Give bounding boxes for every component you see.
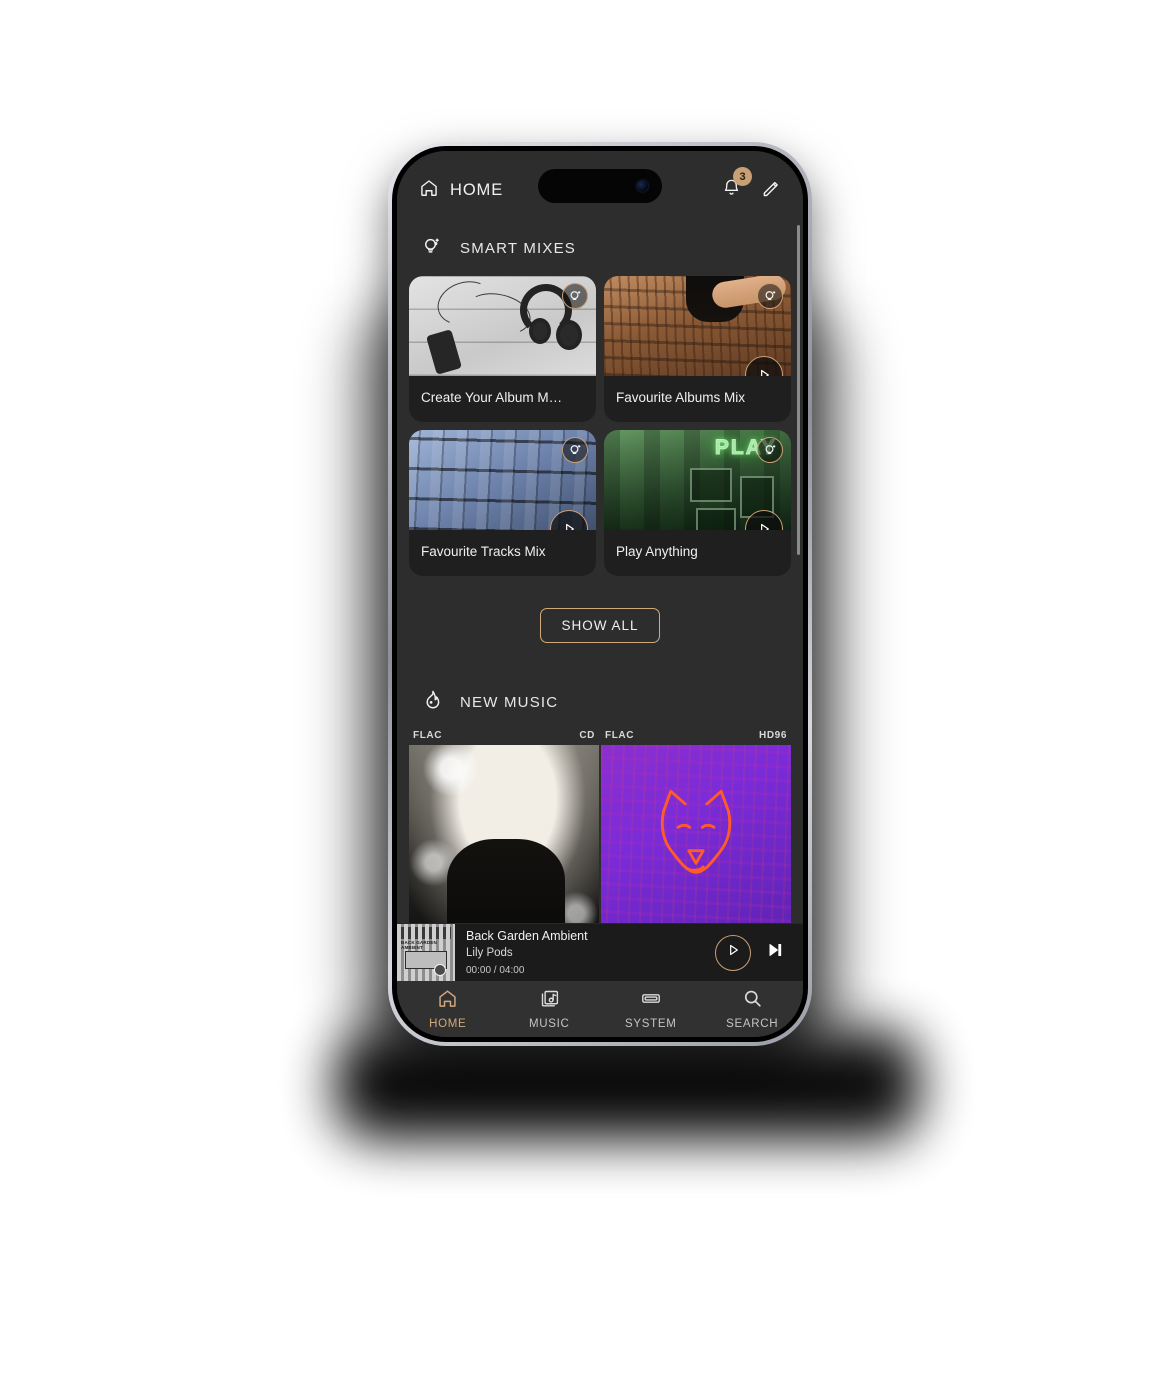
artwork-wolf <box>601 745 791 941</box>
smart-mix-label: Create Your Album M… <box>421 390 563 405</box>
pencil-icon <box>761 181 781 202</box>
smart-mix-label: Play Anything <box>616 544 698 559</box>
home-scroll-content[interactable]: SMART MIXES Create Your Album M… Favouri… <box>397 213 803 1037</box>
now-playing-meta: Back Garden Ambient Lily Pods 00:00 / 04… <box>455 927 715 979</box>
home-icon <box>437 988 458 1014</box>
new-music-section-header: NEW MUSIC <box>397 643 803 730</box>
format-badge: FLAC <box>605 730 635 741</box>
page-title: HOME <box>450 180 504 199</box>
smart-mix-card[interactable]: Favourite Albums Mix <box>604 276 791 422</box>
now-playing-artist: Lily Pods <box>466 947 513 960</box>
dynamic-island <box>538 169 662 203</box>
home-icon <box>419 178 439 203</box>
artwork-singer <box>409 745 599 941</box>
smart-mix-badge-icon <box>757 437 783 463</box>
notifications-button[interactable]: 3 <box>722 167 752 203</box>
bell-icon <box>722 179 741 202</box>
smart-mix-card[interactable]: Create Your Album M… <box>409 276 596 422</box>
smart-mixes-section-header: SMART MIXES <box>397 213 803 276</box>
album-artwork <box>409 745 599 941</box>
phone-drop-shadow <box>335 1030 920 1140</box>
tab-music[interactable]: MUSIC <box>499 988 601 1030</box>
play-button[interactable] <box>715 934 751 971</box>
artwork-detail <box>425 329 463 375</box>
phone-screen: HOME 3 SMART MIXES Create Your Album M… … <box>397 151 803 1037</box>
now-playing-controls <box>715 934 803 971</box>
tab-home[interactable]: HOME <box>397 988 499 1030</box>
show-all-row: SHOW ALL <box>397 576 803 643</box>
tab-system[interactable]: SYSTEM <box>600 988 702 1030</box>
tab-search[interactable]: SEARCH <box>702 988 804 1030</box>
front-camera-icon <box>637 180 648 192</box>
smart-mix-badge-icon <box>757 283 783 309</box>
format-badge: FLAC <box>413 730 443 741</box>
quality-badge: CD <box>579 730 595 741</box>
card-artwork <box>604 276 791 376</box>
now-playing-title: Back Garden Ambient <box>466 928 588 943</box>
tab-label: SEARCH <box>726 1018 779 1030</box>
now-playing-bar[interactable]: BACK GARDEN AMBIENT Back Garden Ambient … <box>397 923 803 982</box>
now-playing-artwork: BACK GARDEN AMBIENT <box>397 923 455 982</box>
new-music-grid: FLAC CD FLAC HD96 <box>397 730 803 941</box>
tab-label: HOME <box>429 1018 467 1030</box>
smart-mixes-grid: Create Your Album M… Favourite Albums Mi… <box>397 276 803 576</box>
album-artwork <box>601 745 791 941</box>
music-library-icon <box>539 988 560 1014</box>
header-actions: 3 <box>722 167 781 203</box>
play-icon <box>725 942 741 963</box>
new-music-item[interactable]: FLAC CD <box>409 730 599 941</box>
artwork-detail <box>556 320 582 350</box>
smart-mixes-title: SMART MIXES <box>460 240 577 257</box>
vertical-scrollbar[interactable] <box>796 225 800 555</box>
smart-mix-badge-icon <box>562 437 588 463</box>
new-music-tags: FLAC CD <box>409 730 599 745</box>
bottom-tabbar: HOME MUSIC SYSTEM SEARCH <box>397 981 803 1037</box>
smart-mix-card[interactable]: Favourite Tracks Mix <box>409 430 596 576</box>
next-track-button[interactable] <box>765 940 785 965</box>
artwork-detail <box>401 926 451 939</box>
quality-badge: HD96 <box>759 730 787 741</box>
device-icon <box>640 988 662 1014</box>
artwork-detail <box>690 468 732 502</box>
new-music-item[interactable]: FLAC HD96 <box>601 730 791 941</box>
show-all-button[interactable]: SHOW ALL <box>540 608 660 643</box>
smart-mix-label: Favourite Tracks Mix <box>421 544 546 559</box>
tab-label: MUSIC <box>528 1018 570 1030</box>
card-artwork <box>409 430 596 530</box>
now-playing-time: 00:00 / 04:00 <box>466 964 525 976</box>
card-artwork <box>409 276 596 376</box>
artwork-detail <box>434 963 446 976</box>
search-icon <box>742 988 763 1014</box>
smart-mix-badge-icon <box>562 283 588 309</box>
new-music-tags: FLAC HD96 <box>601 730 791 745</box>
notification-badge: 3 <box>733 167 752 186</box>
skip-next-icon <box>765 944 785 964</box>
artwork-detail <box>529 318 551 344</box>
tab-label: SYSTEM <box>625 1018 677 1030</box>
smart-mix-label: Favourite Albums Mix <box>616 390 746 405</box>
artwork-detail <box>660 789 732 874</box>
artwork-caption: BACK GARDEN AMBIENT <box>401 939 437 950</box>
header-left: HOME <box>419 178 503 203</box>
phone-bezel: HOME 3 SMART MIXES Create Your Album M… … <box>392 146 808 1042</box>
edit-button[interactable] <box>761 178 781 203</box>
artwork-detail <box>696 508 736 530</box>
lightbulb-icon <box>421 235 443 262</box>
new-music-title: NEW MUSIC <box>460 694 559 711</box>
flame-icon <box>421 689 443 716</box>
phone-device: HOME 3 SMART MIXES Create Your Album M… … <box>388 142 812 1046</box>
card-artwork: PLAY <box>604 430 791 530</box>
smart-mix-card[interactable]: PLAY Play Anything <box>604 430 791 576</box>
